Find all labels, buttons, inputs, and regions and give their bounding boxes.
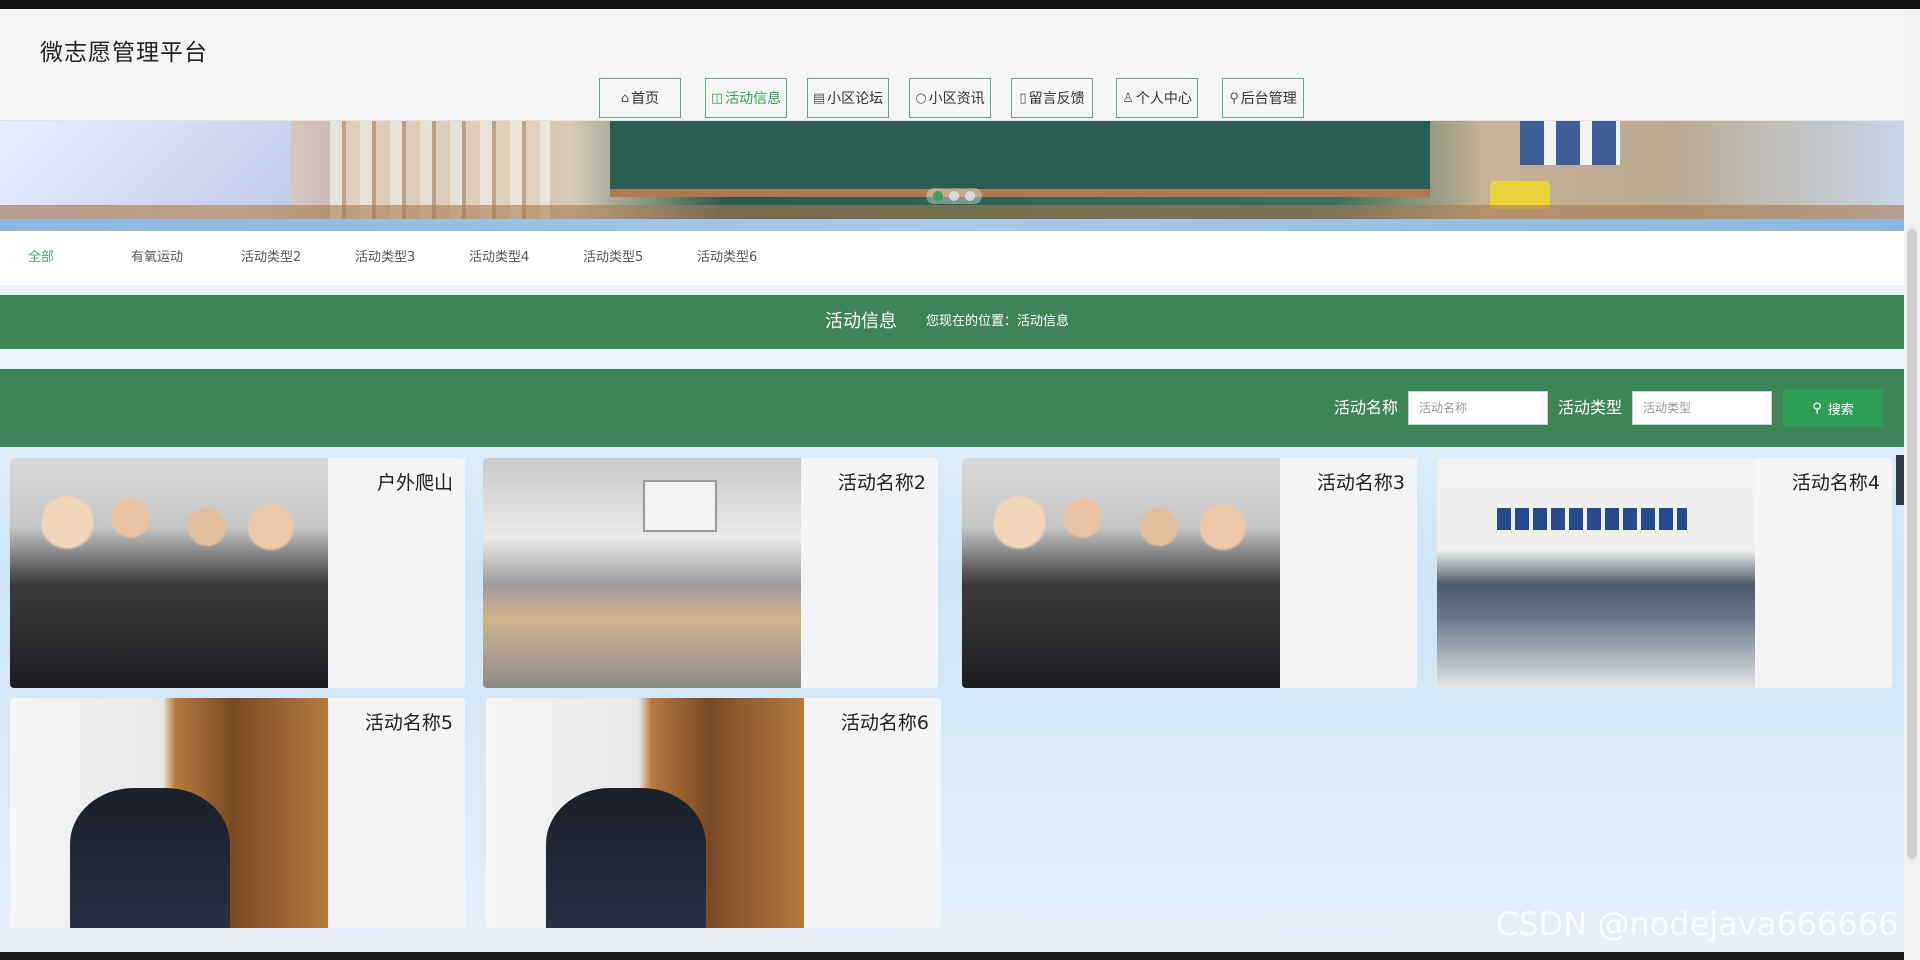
circle-icon: ○ — [915, 90, 927, 106]
activity-icon: ◫ — [710, 90, 724, 106]
section-header: 活动信息 您现在的位置：活动信息 — [0, 295, 1904, 349]
activity-card[interactable]: 活动名称2 — [483, 458, 938, 688]
nav-item-label: 留言反馈 — [1028, 91, 1085, 107]
banner-window — [0, 121, 290, 205]
activity-image — [10, 698, 328, 928]
activity-name: 活动名称2 — [837, 472, 926, 494]
activity-card[interactable]: 活动名称5 — [10, 698, 465, 928]
activity-name: 活动名称6 — [840, 712, 929, 734]
clipboard-icon: ▤ — [812, 90, 826, 106]
activity-image — [483, 458, 801, 688]
activity-name: 活动名称5 — [364, 712, 453, 734]
activity-type-input[interactable] — [1632, 391, 1772, 425]
nav-item-label: 小区资讯 — [928, 91, 985, 107]
nav-item-feedback[interactable]: ▯ 留言反馈 — [1011, 78, 1093, 118]
carousel-dot[interactable] — [933, 191, 943, 201]
category-type3[interactable]: 活动类型3 — [355, 231, 415, 285]
banner-carousel — [0, 121, 1904, 231]
search-button-label: 搜索 — [1827, 402, 1854, 418]
activity-name: 活动名称3 — [1316, 472, 1405, 494]
carousel-dot[interactable] — [965, 191, 975, 201]
activity-card[interactable]: 活动名称4 — [1437, 458, 1892, 688]
nav-item-label: 后台管理 — [1240, 91, 1297, 107]
browser-top-edge — [0, 0, 1920, 9]
banner-posters — [1520, 121, 1620, 165]
activity-card[interactable]: 户外爬山 — [10, 458, 465, 688]
search-button[interactable]: ⚲ 搜索 — [1783, 389, 1883, 427]
category-type4[interactable]: 活动类型4 — [469, 231, 529, 285]
nav-item-activities[interactable]: ◫ 活动信息 — [705, 78, 787, 118]
banner-strip — [0, 219, 1904, 231]
nav-item-label: 小区论坛 — [827, 91, 884, 107]
search-bar: 活动名称 活动类型 ⚲ 搜索 — [0, 369, 1904, 447]
activity-name: 户外爬山 — [376, 472, 453, 494]
watermark: CSDN @nodejava666666 — [1496, 905, 1899, 943]
nav-item-home[interactable]: ⌂ 首页 — [599, 78, 681, 118]
site-title: 微志愿管理平台 — [40, 40, 208, 66]
browser-bottom-edge — [0, 952, 1904, 960]
activity-card[interactable]: 活动名称6 — [486, 698, 941, 928]
nav-item-label: 首页 — [631, 91, 660, 107]
carousel-dots — [926, 188, 982, 204]
activity-name-label: 活动名称 — [1334, 398, 1399, 417]
note-icon: ▯ — [1019, 90, 1027, 106]
activity-image — [10, 458, 328, 688]
activity-image — [962, 458, 1280, 688]
carousel-dot[interactable] — [949, 191, 959, 201]
section-title: 活动信息 — [825, 311, 897, 332]
activity-image — [1437, 458, 1755, 688]
activity-type-label: 活动类型 — [1558, 398, 1623, 417]
category-type5[interactable]: 活动类型5 — [583, 231, 643, 285]
nav-item-label: 活动信息 — [725, 91, 782, 107]
category-aerobic[interactable]: 有氧运动 — [131, 231, 183, 285]
home-icon: ⌂ — [620, 90, 630, 106]
activity-name: 活动名称4 — [1791, 472, 1880, 494]
category-filter-bar: 全部 有氧运动 活动类型2 活动类型3 活动类型4 活动类型5 活动类型6 — [0, 231, 1904, 285]
nav-item-label: 个人中心 — [1135, 91, 1192, 107]
scroll-thumb[interactable] — [1907, 229, 1917, 859]
main-nav: ⌂ 首页 ◫ 活动信息 ▤ 小区论坛 ○ 小区资讯 ▯ 留言反馈 ♙ 个人中心 … — [0, 78, 1904, 118]
nav-item-profile[interactable]: ♙ 个人中心 — [1116, 78, 1198, 118]
category-type2[interactable]: 活动类型2 — [241, 231, 301, 285]
banner-blackboard — [610, 121, 1430, 197]
site-header: 微志愿管理平台 ⌂ 首页 ◫ 活动信息 ▤ 小区论坛 ○ 小区资讯 ▯ 留言反馈… — [0, 9, 1904, 121]
page-scrollbar[interactable] — [1904, 9, 1920, 960]
search-icon: ⚲ — [1812, 400, 1822, 416]
activity-image — [486, 698, 804, 928]
activity-name-input[interactable] — [1408, 391, 1548, 425]
category-all[interactable]: 全部 — [28, 231, 54, 285]
category-type6[interactable]: 活动类型6 — [697, 231, 757, 285]
nav-item-news[interactable]: ○ 小区资讯 — [909, 78, 991, 118]
banner-desk — [0, 205, 1904, 219]
nav-item-admin[interactable]: ⚲ 后台管理 — [1222, 78, 1304, 118]
user-icon: ♙ — [1122, 90, 1134, 106]
nav-item-forum[interactable]: ▤ 小区论坛 — [807, 78, 889, 118]
activity-card[interactable]: 活动名称3 — [962, 458, 1417, 688]
breadcrumb: 您现在的位置：活动信息 — [926, 314, 1070, 329]
link-icon: ⚲ — [1229, 90, 1239, 106]
